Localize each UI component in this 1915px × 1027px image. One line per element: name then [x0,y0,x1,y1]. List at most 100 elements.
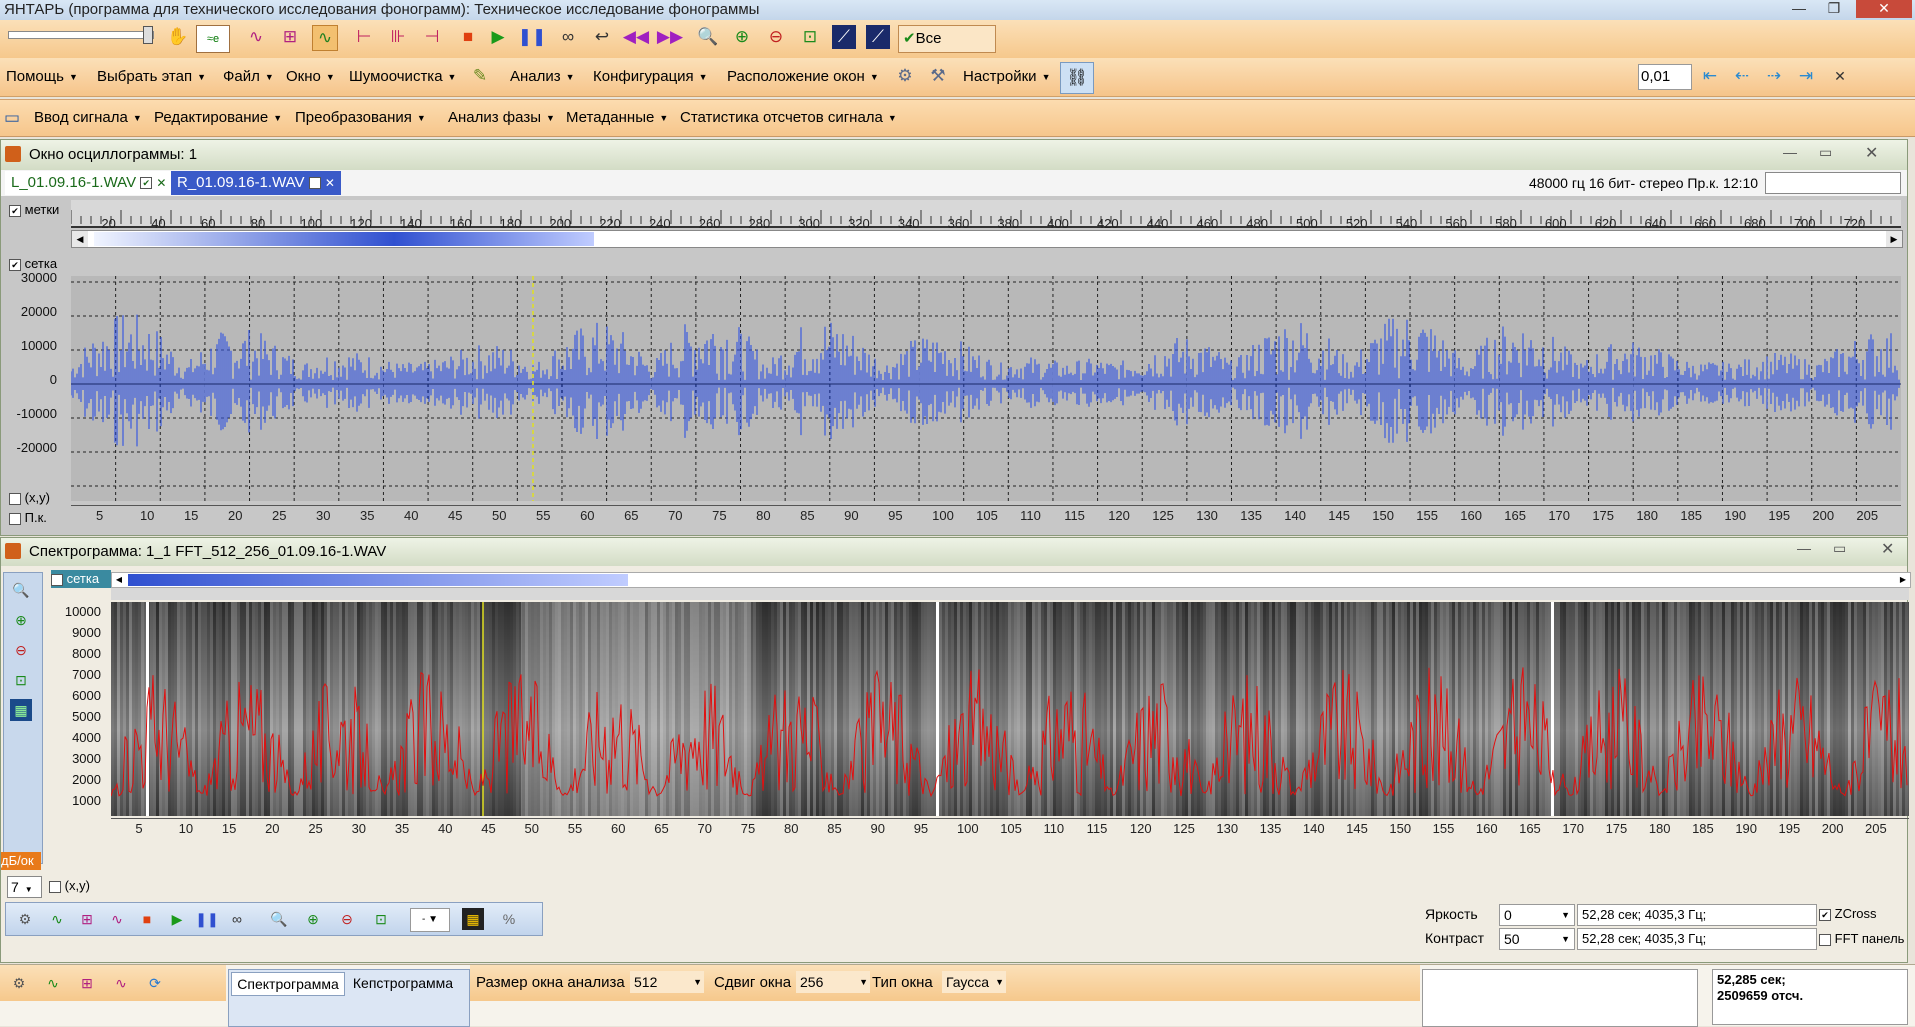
minimize-button[interactable]: — [1785,0,1813,18]
window-icon[interactable]: ▭ [0,106,24,130]
step-left-icon[interactable]: ⇤ [1698,64,1722,88]
osc-maximize-button[interactable]: ▭ [1819,144,1832,161]
spec-color-map-icon[interactable]: ▦ [462,908,484,930]
tab-spectrogram[interactable]: Спектрограмма [231,972,345,996]
scroll-right-icon[interactable]: ▶ [1886,231,1902,247]
zoom-fit-icon[interactable]: ⊡ [798,25,822,49]
brightness-input[interactable]: 0 ▼ [1499,904,1575,926]
shift-select[interactable]: 256 ▼ [796,971,870,993]
close-step-icon[interactable]: ✕ [1828,64,1852,88]
spec-tb-zoom-icon[interactable]: 🔍 [268,908,290,930]
spec-maximize-button[interactable]: ▭ [1833,540,1846,557]
spec-scroll-right-icon[interactable]: ▶ [1896,573,1910,587]
xy-toggle[interactable]: (x,y) [9,490,50,505]
spec-xy-toggle[interactable]: (x,y) [49,878,90,893]
spec-zoom-fit-icon[interactable]: ⊡ [10,669,32,691]
window-size-select[interactable]: 512 ▼ [630,971,704,993]
loop-icon[interactable]: ∞ [556,25,580,49]
spectrogram-canvas[interactable] [111,602,1909,816]
spectrogram-plot[interactable] [111,602,1909,816]
spec-mode-select[interactable]: - ▼ [410,908,450,932]
menu-sample-statistics[interactable]: Статистика отсчетов сигнала ▼ [680,100,897,136]
menu-select-stage[interactable]: Выбрать этап ▼ [97,58,206,96]
settings-tool-icon[interactable]: ⚒ [926,64,950,88]
grid-toggle[interactable]: ✔ сетка [9,256,57,271]
spec-scroll-left-icon[interactable]: ◀ [112,573,126,587]
menu-transformations[interactable]: Преобразования ▼ [295,100,426,136]
mark-multi-icon[interactable]: ⊪ [386,25,410,49]
volume-slider[interactable] [8,26,154,44]
menu-help[interactable]: Помощь ▼ [6,58,78,96]
zoom-out-icon[interactable]: ⊖ [764,25,788,49]
spec-zoom-out-icon[interactable]: ⊖ [10,639,32,661]
stop-icon[interactable]: ■ [456,25,480,49]
waveform-zoom-icon[interactable]: ⊞ [278,25,302,49]
spec-grid-checkbox[interactable] [51,573,63,586]
xy-checkbox[interactable] [9,492,21,505]
zcross-toggle[interactable]: ✔ ZCross [1819,906,1877,921]
marks-dropdown[interactable]: ✔Все метки▼ [898,25,996,73]
contrast-input[interactable]: 50 ▼ [1499,928,1575,950]
menu-analysis[interactable]: Анализ ▼ [510,58,575,96]
zcross-checkbox[interactable]: ✔ [1819,908,1831,921]
menu-configuration[interactable]: Конфигурация ▼ [593,58,708,96]
zoom-icon[interactable]: 🔍 [696,25,720,49]
zoom-in-icon[interactable]: ⊕ [730,25,754,49]
bottom-settings-icon[interactable]: ⚙ [8,972,30,994]
spec-settings-icon[interactable]: ⚙ [14,908,36,930]
step-back-icon[interactable]: ⇠ [1730,64,1754,88]
rewind-icon[interactable]: ◀◀ [623,25,649,49]
tab-left-checkbox[interactable]: ✔ [140,177,153,190]
spec-waveform-icon[interactable]: ∿ [46,908,68,930]
play-icon[interactable]: ▶ [486,25,510,49]
scale-grid-icon[interactable]: ⟋ [866,25,890,49]
fast-forward-icon[interactable]: ▶▶ [657,25,683,49]
step-right-icon[interactable]: ⇥ [1794,64,1818,88]
brush-icon[interactable]: ✎ [468,64,492,88]
spec-tb-zoom-fit-icon[interactable]: ⊡ [370,908,392,930]
spec-zoom-icon[interactable]: 🔍 [10,579,32,601]
menu-window-layout[interactable]: Расположение окон ▼ [727,58,879,96]
tab-right-close-icon[interactable]: ✕ [325,176,335,190]
tab-cepstrogram[interactable]: Кепстрограмма [345,972,461,994]
osc-scrollbar[interactable]: ◀ ▶ [71,230,1903,248]
spec-stop-icon[interactable]: ■ [136,908,158,930]
menu-settings[interactable]: Настройки ▼ [963,58,1050,96]
spec-close-button[interactable]: ✕ [1881,539,1894,559]
pk-toggle[interactable]: П.к. [9,510,47,525]
fft-panel-toggle[interactable]: FFT панель [1819,931,1904,946]
osc-close-button[interactable]: ✕ [1865,143,1878,163]
spec-scrollbar-thumb[interactable] [128,574,628,586]
spec-tb-zoom-in-icon[interactable]: ⊕ [302,908,324,930]
mark-right-icon[interactable]: ⊣ [420,25,444,49]
fft-panel-checkbox[interactable] [1819,933,1831,946]
scale-select[interactable]: 7 ▼ [7,876,42,898]
grid-checkbox[interactable]: ✔ [9,258,21,271]
close-button[interactable]: ✕ [1856,0,1912,18]
spec-percent-icon[interactable]: % [498,908,520,930]
info-input[interactable] [1765,172,1901,194]
step-forward-icon[interactable]: ⇢ [1762,64,1786,88]
pause-icon[interactable]: ❚❚ [518,25,547,49]
spec-play-icon[interactable]: ▶ [166,908,188,930]
step-input[interactable]: 0,01 [1638,64,1692,90]
spec-scrollbar[interactable]: ◀ ▶ [111,572,1911,588]
menu-phase-analysis[interactable]: Анализ фазы ▼ [448,100,555,136]
menu-file[interactable]: Файл ▼ [223,58,274,96]
menu-metadata[interactable]: Метаданные ▼ [566,100,668,136]
window-type-select[interactable]: Гаусса ▼ [942,971,1006,993]
maximize-button[interactable]: ❐ [1820,0,1848,18]
spec-waveform-zoom-icon[interactable]: ⊞ [76,908,98,930]
waveform-active-icon[interactable]: ∿ [312,25,338,51]
scroll-left-icon[interactable]: ◀ [72,231,88,247]
return-icon[interactable]: ↩ [590,25,614,49]
spec-palette-icon[interactable]: ▦ [10,699,32,721]
pk-checkbox[interactable] [9,512,21,525]
bottom-waveform-alt-icon[interactable]: ∿ [110,972,132,994]
volume-slider-thumb[interactable] [143,26,153,44]
bottom-waveform-zoom-icon[interactable]: ⊞ [76,972,98,994]
tab-right-checkbox[interactable]: ✔ [308,177,321,190]
tab-right-channel[interactable]: R_01.09.16-1.WAV ✔ ✕ [171,171,341,195]
spec-xy-checkbox[interactable] [49,880,61,893]
waveform-icon[interactable]: ∿ [244,25,268,49]
